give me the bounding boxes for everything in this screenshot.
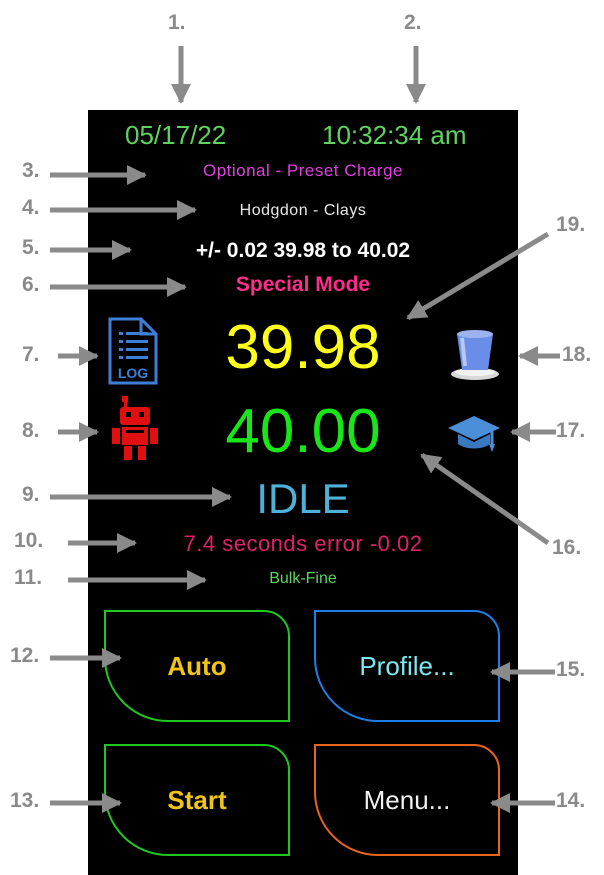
callout-9: 9. [22, 483, 40, 506]
callout-5: 5. [22, 236, 40, 259]
auto-button-label: Auto [167, 650, 227, 681]
callout-4: 4. [22, 196, 40, 219]
callout-19: 19. [556, 213, 586, 236]
cup-icon[interactable] [448, 328, 502, 382]
callout-17: 17. [556, 419, 586, 442]
log-file-icon[interactable]: LOG [107, 316, 159, 386]
status-state: IDLE [256, 475, 350, 522]
preset-charge-label[interactable]: Optional - Preset Charge [88, 160, 518, 182]
start-button[interactable]: Start [104, 744, 290, 856]
timing-error-text: 7.4 seconds error -0.02 [183, 531, 423, 556]
dispense-phase: Bulk-Fine [269, 570, 337, 587]
tolerance-range: +/- 0.02 39.98 to 40.02 [195, 239, 411, 262]
callout-14: 14. [556, 789, 586, 812]
callout-13: 13. [10, 789, 40, 812]
profile-button[interactable]: Profile... [314, 610, 500, 722]
callout-7: 7. [22, 343, 40, 366]
start-button-label: Start [167, 784, 227, 815]
auto-button[interactable]: Auto [104, 610, 290, 722]
callout-12: 12. [10, 644, 40, 667]
callout-10: 10. [14, 529, 44, 552]
powder-name: Hodgdon - Clays [239, 202, 367, 219]
log-icon-text: LOG [118, 365, 148, 381]
callout-6: 6. [22, 273, 40, 296]
callout-16: 16. [552, 536, 582, 559]
callout-11: 11. [14, 566, 43, 589]
graduation-cap-icon[interactable] [446, 414, 502, 454]
menu-button-label: Menu... [363, 784, 451, 815]
menu-button[interactable]: Menu... [314, 744, 500, 856]
callout-15: 15. [556, 658, 586, 681]
time-display: 10:32:34 am [322, 120, 467, 150]
callout-3: 3. [22, 159, 40, 182]
profile-button-label: Profile... [359, 650, 455, 681]
callout-1: 1. [168, 11, 186, 34]
mode-label: Special Mode [235, 273, 371, 296]
robot-icon[interactable] [110, 396, 160, 462]
callout-2: 2. [404, 11, 422, 34]
callout-18: 18. [562, 343, 592, 366]
date-display: 05/17/22 [125, 120, 227, 150]
callout-8: 8. [22, 419, 40, 442]
